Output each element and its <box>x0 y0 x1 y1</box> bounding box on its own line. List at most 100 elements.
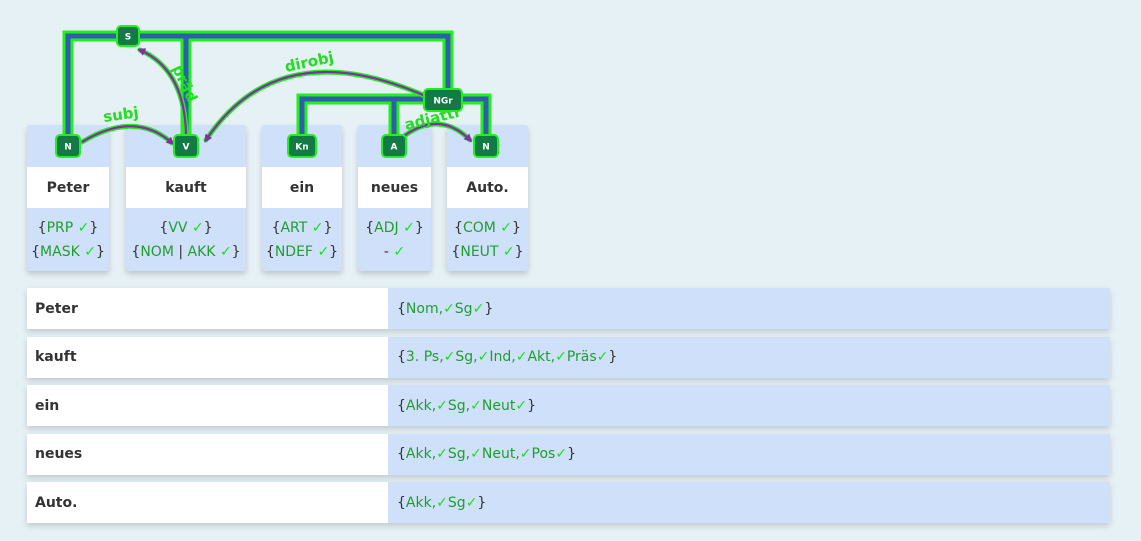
feature-value: Ind, <box>489 349 516 366</box>
feature-brace: { <box>397 300 406 317</box>
check-icon: ✓ <box>393 244 406 260</box>
word-card[interactable]: Peter {PRP ✓} {MASK ✓} <box>27 125 109 271</box>
table-row[interactable]: Auto.{Akk, ✓ Sg ✓} <box>27 482 1110 524</box>
card-gender-feature: - ✓ <box>358 244 431 260</box>
check-icon: ✓ <box>465 494 478 511</box>
card-pos-feature: {ADJ ✓} <box>358 220 431 236</box>
feature-value: NEUT <box>460 244 499 260</box>
card-pos-feature: {ART ✓} <box>262 220 342 236</box>
feature-value: Akk, <box>405 397 437 414</box>
card-gender-feature: {MASK ✓} <box>27 244 109 260</box>
check-icon: ✓ <box>519 446 532 463</box>
row-morphology: {Akk, ✓ Sg, ✓ Neut, ✓ Pos ✓} <box>388 433 1110 475</box>
edge-label-dirobj: dirobj <box>283 48 335 76</box>
card-word: kauft <box>126 167 246 208</box>
check-icon: ✓ <box>515 349 528 366</box>
word-card[interactable]: neues {ADJ ✓} - ✓ <box>358 125 431 271</box>
feature-brace: { <box>397 446 406 463</box>
feature-brace: { <box>397 494 406 511</box>
feature-value: Sg, <box>447 446 471 463</box>
feature-brace: { <box>131 244 141 260</box>
feature-value: Sg <box>447 494 466 511</box>
check-icon: ✓ <box>502 244 515 260</box>
feature-value: Neut, <box>481 446 520 463</box>
check-icon: ✓ <box>472 300 485 317</box>
check-icon: ✓ <box>436 446 448 463</box>
card-word: neues <box>358 167 431 208</box>
feature-value: Akk, <box>405 446 437 463</box>
edge-label-praed: präd <box>168 62 201 105</box>
feature-brace: } <box>329 244 339 260</box>
feature-value: Sg, <box>447 397 471 414</box>
card-gender-feature: {NOM | AKK ✓} <box>126 244 246 260</box>
card-pos-feature: {PRP ✓} <box>27 220 109 236</box>
check-icon: ✓ <box>219 244 232 260</box>
check-icon: ✓ <box>191 220 204 236</box>
feature-brace: } <box>512 220 521 236</box>
check-icon: ✓ <box>443 349 456 366</box>
check-icon: ✓ <box>555 446 568 463</box>
svg-text:NGr: NGr <box>433 97 453 107</box>
feature-brace: } <box>414 220 424 236</box>
row-morphology: {Akk, ✓ Sg ✓} <box>388 482 1110 524</box>
feature-brace: } <box>484 300 494 317</box>
check-icon: ✓ <box>515 397 528 414</box>
feature-value: NDEF <box>274 244 313 260</box>
feature-value: COM <box>462 220 496 236</box>
feature-brace: } <box>231 244 241 260</box>
word-card[interactable]: kauft {VV ✓} {NOM | AKK ✓} <box>126 125 246 271</box>
check-icon: ✓ <box>311 220 324 236</box>
feature-value: ART <box>280 220 308 236</box>
table-row[interactable]: Peter{Nom, ✓ Sg ✓} <box>27 288 1110 329</box>
feature-brace: } <box>203 220 213 236</box>
edge-label-subj: subj <box>102 103 140 126</box>
check-icon: ✓ <box>317 244 330 260</box>
table-row[interactable]: kauft{3. Ps, ✓ Sg, ✓ Ind, ✓ Akt, ✓ Präs ✓} <box>27 336 1110 378</box>
check-icon: ✓ <box>436 397 448 414</box>
feature-value: ADJ <box>374 220 399 236</box>
node-NGr[interactable]: NGr <box>423 88 463 112</box>
feature-value: 3. Ps, <box>405 349 444 366</box>
feature-brace: { <box>159 220 169 236</box>
card-gender-feature: {NDEF ✓} <box>262 244 342 260</box>
card-pos-feature: {VV ✓} <box>126 220 246 236</box>
feature-brace: } <box>477 494 487 511</box>
feature-brace: { <box>454 220 463 236</box>
row-morphology: {3. Ps, ✓ Sg, ✓ Ind, ✓ Akt, ✓ Präs ✓} <box>388 336 1110 378</box>
row-morphology: {Nom, ✓ Sg ✓} <box>388 288 1110 329</box>
feature-value: PRP <box>46 220 74 236</box>
table-row[interactable]: ein{Akk, ✓ Sg, ✓ Neut ✓} <box>27 385 1110 427</box>
feature-brace: { <box>451 244 461 260</box>
feature-brace: - <box>383 244 394 260</box>
feature-brace: } <box>527 397 536 414</box>
feature-brace: } <box>95 244 105 260</box>
feature-brace: } <box>89 220 99 236</box>
card-word: ein <box>262 167 342 208</box>
feature-brace: } <box>323 220 333 236</box>
feature-value: VV <box>168 220 188 236</box>
word-card[interactable]: ein {ART ✓} {NDEF ✓} <box>262 125 342 271</box>
feature-brace: } <box>514 244 524 260</box>
feature-value: Pos <box>531 446 556 463</box>
check-icon: ✓ <box>500 220 513 236</box>
word-card[interactable]: Auto. {COM ✓} {NEUT ✓} <box>447 125 528 271</box>
feature-value: MASK <box>40 244 80 260</box>
card-word: Peter <box>27 167 109 208</box>
feature-value: Sg <box>454 300 473 317</box>
row-word: Auto. <box>27 482 388 524</box>
row-word: kauft <box>27 336 388 378</box>
card-pos-feature: {COM ✓} <box>447 220 528 236</box>
check-icon: ✓ <box>470 446 482 463</box>
row-word: neues <box>27 433 388 475</box>
node-S[interactable]: S <box>116 25 140 47</box>
feature-brace: { <box>397 349 406 366</box>
check-icon: ✓ <box>403 220 415 236</box>
feature-brace: { <box>31 244 41 260</box>
check-icon: ✓ <box>596 349 609 366</box>
table-row[interactable]: neues{Akk, ✓ Sg, ✓ Neut, ✓ Pos ✓} <box>27 433 1110 475</box>
check-icon: ✓ <box>555 349 567 366</box>
feature-value: Neut <box>481 397 516 414</box>
feature-value: Akt, <box>527 349 556 366</box>
check-icon: ✓ <box>470 397 482 414</box>
feature-brace: { <box>365 220 375 236</box>
